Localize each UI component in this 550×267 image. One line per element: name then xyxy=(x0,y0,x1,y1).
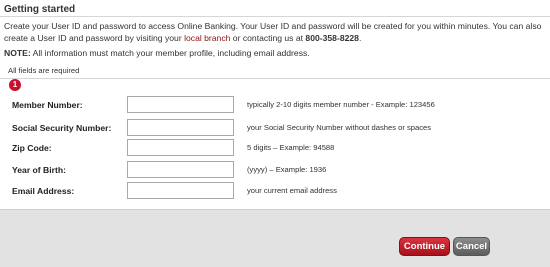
note-text: NOTE: All information must match your me… xyxy=(4,48,310,58)
cancel-button[interactable]: Cancel xyxy=(453,237,490,256)
local-branch-link[interactable]: local branch xyxy=(184,33,230,43)
member-number-hint: typically 2-10 digits member number - Ex… xyxy=(247,100,435,109)
year-of-birth-label: Year of Birth: xyxy=(12,165,66,175)
continue-button[interactable]: Continue xyxy=(399,237,450,256)
intro-text: Create your User ID and password to acce… xyxy=(4,20,549,44)
required-fields-notice: All fields are required xyxy=(8,66,80,75)
intro-text-middle: or contacting us at xyxy=(230,33,306,43)
year-of-birth-row: Year of Birth: (yyyy) – Example: 1936 xyxy=(0,161,550,181)
intro-text-end: . xyxy=(358,33,362,43)
year-of-birth-input[interactable] xyxy=(127,161,234,178)
email-row: Email Address: your current email addres… xyxy=(0,182,550,202)
zip-code-row: Zip Code: 5 digits – Example: 94588 xyxy=(0,139,550,159)
year-of-birth-hint: (yyyy) – Example: 1936 xyxy=(247,165,327,174)
member-number-row: Member Number: typically 2-10 digits mem… xyxy=(0,96,550,116)
zip-code-label: Zip Code: xyxy=(12,143,52,153)
note-body: All information must match your member p… xyxy=(30,48,310,58)
email-input[interactable] xyxy=(127,182,234,199)
member-number-label: Member Number: xyxy=(12,100,83,110)
note-label: NOTE: xyxy=(4,48,31,58)
step-badge: 1 xyxy=(9,79,21,91)
email-hint: your current email address xyxy=(247,186,337,195)
zip-code-input[interactable] xyxy=(127,139,234,156)
ssn-hint: your Social Security Number without dash… xyxy=(247,123,432,132)
ssn-input[interactable] xyxy=(127,119,234,136)
member-number-input[interactable] xyxy=(127,96,234,113)
title-bar: Getting started xyxy=(0,0,550,17)
phone-number: 800-358-8228 xyxy=(305,33,359,43)
ssn-label: Social Security Number: xyxy=(12,123,112,133)
email-label: Email Address: xyxy=(12,186,75,196)
page-title: Getting started xyxy=(4,4,76,15)
ssn-row: Social Security Number: your Social Secu… xyxy=(0,119,550,139)
zip-code-hint: 5 digits – Example: 94588 xyxy=(247,143,335,152)
